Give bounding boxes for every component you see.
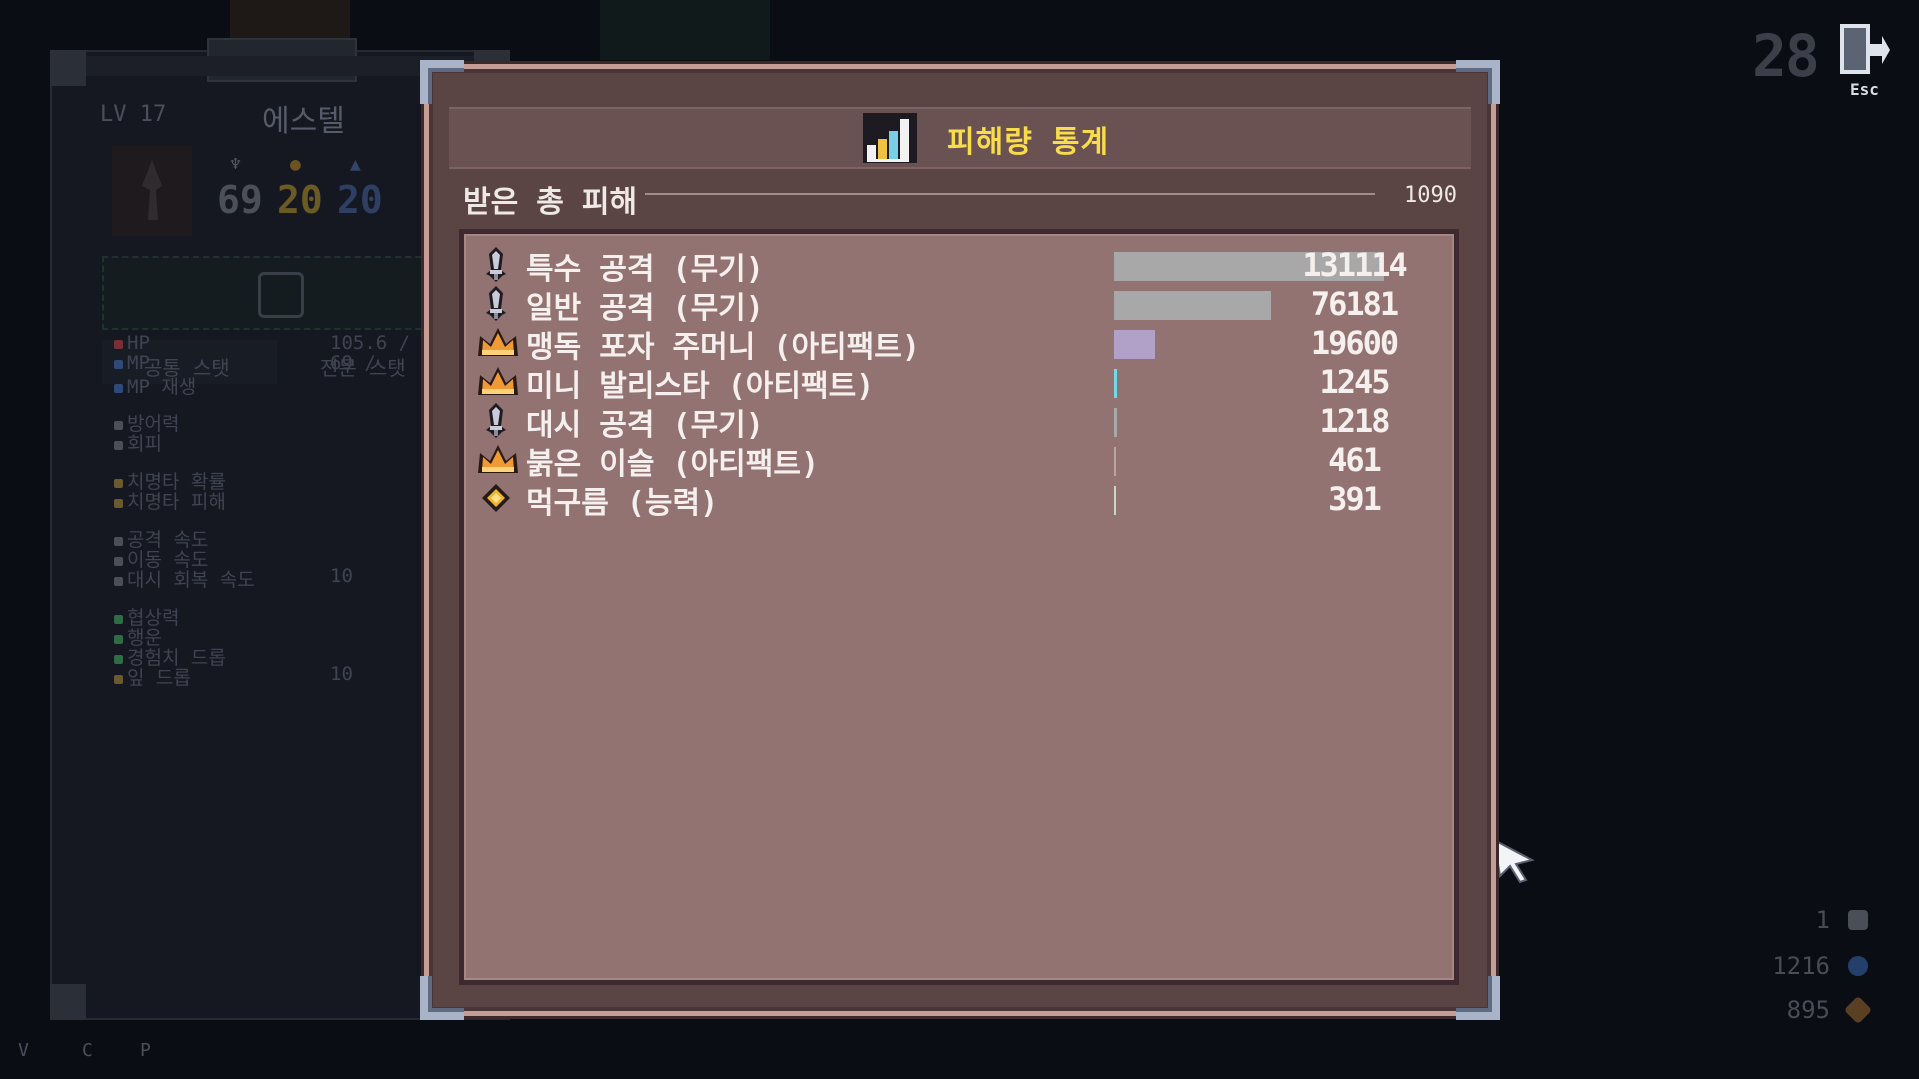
fire-icon: ● bbox=[290, 154, 301, 175]
stat-row-label: HP bbox=[127, 332, 150, 354]
stat-row: 회피 bbox=[114, 429, 162, 456]
mouse-cursor-icon bbox=[1492, 838, 1538, 888]
exit-key-label: Esc bbox=[1850, 80, 1879, 99]
panel-corner bbox=[50, 984, 86, 1020]
sword-icon bbox=[476, 244, 516, 284]
stat-strength: 69 bbox=[217, 178, 263, 222]
stat-dot-icon bbox=[114, 675, 123, 684]
damage-row[interactable]: 특수 공격 (무기) 131114 bbox=[464, 240, 1454, 287]
damage-value: 391 bbox=[1328, 480, 1382, 518]
damage-row[interactable]: 일반 공격 (무기) 76181 bbox=[464, 279, 1454, 326]
damage-row[interactable]: 맹독 포자 주머니 (아티팩트) 19600 bbox=[464, 318, 1454, 365]
diamond-icon bbox=[476, 478, 516, 518]
stat-dot-icon bbox=[114, 340, 123, 349]
stat-dot-icon bbox=[114, 577, 123, 586]
stat-dot-icon bbox=[114, 441, 123, 450]
strength-icon: ♆ bbox=[230, 154, 241, 175]
stat-row-label: 치명타 피해 bbox=[127, 491, 226, 513]
gear-resource-icon bbox=[1848, 910, 1868, 930]
frame-corner-bl bbox=[420, 976, 464, 1020]
stat-row-label: 회피 bbox=[127, 433, 162, 455]
dialog-header: 피해량 통계 bbox=[449, 107, 1471, 169]
frame-corner-tl bbox=[420, 60, 464, 104]
sword-icon bbox=[476, 283, 516, 323]
stat-row-value: 10 bbox=[330, 565, 353, 587]
stat-row: HP bbox=[114, 332, 150, 354]
damage-bar bbox=[1114, 486, 1116, 515]
total-damage-value: 1090 bbox=[1404, 183, 1457, 208]
stat-row-label: MP 재생 bbox=[127, 376, 197, 398]
background-plant bbox=[600, 0, 770, 60]
stat-dot-icon bbox=[114, 499, 123, 508]
frame-corner-br bbox=[1456, 976, 1500, 1020]
background-door bbox=[230, 0, 350, 40]
total-damage-row: 받은 총 피해 1090 bbox=[449, 173, 1471, 220]
resource-count-2: 1216 bbox=[1772, 952, 1830, 980]
frame-corner-tr bbox=[1456, 60, 1500, 104]
damage-row[interactable]: 먹구름 (능력) 391 bbox=[464, 474, 1454, 521]
stat-fire: 20 bbox=[277, 178, 323, 222]
dialog-title: 피해량 통계 bbox=[947, 125, 1110, 160]
panel-corner bbox=[50, 50, 86, 86]
stat-dot-icon bbox=[114, 384, 123, 393]
damage-stats-dialog: 피해량 통계 받은 총 피해 1090 특수 공격 (무기) 131114 일반 공… bbox=[420, 60, 1500, 1020]
leaf-resource-icon bbox=[1843, 995, 1873, 1025]
stat-dot-icon bbox=[114, 360, 123, 369]
damage-bar bbox=[1114, 408, 1117, 437]
damage-source-list[interactable]: 특수 공격 (무기) 131114 일반 공격 (무기) 76181 맹독 포자 주머니… bbox=[459, 229, 1459, 985]
character-name: 에스텔 bbox=[262, 104, 345, 139]
hotkey-v: V bbox=[18, 1040, 29, 1061]
exit-door-icon[interactable] bbox=[1838, 22, 1890, 78]
crown-icon bbox=[476, 322, 518, 362]
damage-row[interactable]: 대시 공격 (무기) 1218 bbox=[464, 396, 1454, 443]
crown-icon bbox=[476, 361, 518, 401]
slot-placeholder-icon bbox=[258, 272, 304, 318]
hotkey-p: P bbox=[140, 1040, 151, 1061]
stat-row: MP bbox=[114, 352, 150, 374]
gem-resource-icon bbox=[1848, 956, 1868, 976]
resource-count-3: 895 bbox=[1786, 996, 1830, 1024]
divider-line bbox=[645, 193, 1375, 195]
stat-row: 치명타 피해 bbox=[114, 487, 226, 514]
stage-timer: 28 bbox=[1752, 22, 1820, 90]
stat-row: 잎 드롭 bbox=[114, 663, 191, 690]
stat-row-label: 잎 드롭 bbox=[127, 667, 191, 689]
bar-chart-icon bbox=[859, 109, 921, 165]
stat-row-label: 대시 회복 속도 bbox=[127, 569, 255, 591]
stat-water: 20 bbox=[337, 178, 383, 222]
stat-row-value: 69 / bbox=[330, 352, 376, 374]
crown-icon bbox=[476, 439, 518, 479]
sword-icon bbox=[476, 400, 516, 440]
damage-row[interactable]: 붉은 이슬 (아티팩트) 461 bbox=[464, 435, 1454, 482]
resource-count-1: 1 bbox=[1815, 906, 1830, 934]
damage-source-label: 먹구름 (능력) bbox=[526, 486, 719, 521]
stat-row: 대시 회복 속도 bbox=[114, 565, 255, 592]
character-level: LV 17 bbox=[100, 102, 167, 127]
damage-row[interactable]: 미니 발리스타 (아티팩트) 1245 bbox=[464, 357, 1454, 404]
total-damage-label: 받은 총 피해 bbox=[463, 185, 638, 220]
character-portrait bbox=[112, 146, 192, 236]
water-icon: ▲ bbox=[350, 154, 361, 175]
damage-bar bbox=[1114, 330, 1155, 359]
damage-bar bbox=[1114, 447, 1116, 476]
stat-row-label: MP bbox=[127, 352, 150, 374]
damage-bar bbox=[1114, 369, 1117, 398]
stat-row: MP 재생 bbox=[114, 372, 196, 399]
hotkey-c: C bbox=[82, 1040, 93, 1061]
stat-row-value: 10 bbox=[330, 663, 353, 685]
